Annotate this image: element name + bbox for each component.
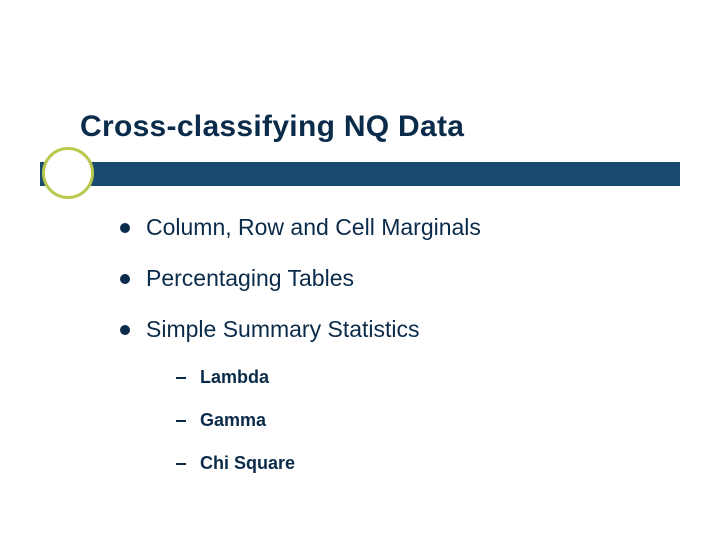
sub-bullet-list: Lambda Gamma Chi Square bbox=[176, 367, 660, 474]
title-underline-bar bbox=[40, 162, 680, 186]
sub-bullet-item: Gamma bbox=[176, 410, 660, 431]
sub-bullet-dash-icon bbox=[176, 463, 186, 465]
sub-bullet-text: Gamma bbox=[200, 410, 266, 431]
bullet-text: Percentaging Tables bbox=[146, 265, 354, 292]
bullet-text: Simple Summary Statistics bbox=[146, 316, 420, 343]
sub-bullet-text: Lambda bbox=[200, 367, 269, 388]
accent-ring-icon bbox=[42, 147, 94, 199]
bullet-text: Column, Row and Cell Marginals bbox=[146, 214, 481, 241]
sub-bullet-item: Chi Square bbox=[176, 453, 660, 474]
bullet-dot-icon bbox=[120, 223, 130, 233]
bullet-dot-icon bbox=[120, 325, 130, 335]
sub-bullet-text: Chi Square bbox=[200, 453, 295, 474]
sub-bullet-dash-icon bbox=[176, 420, 186, 422]
sub-bullet-item: Lambda bbox=[176, 367, 660, 388]
bullet-dot-icon bbox=[120, 274, 130, 284]
bullet-item: Column, Row and Cell Marginals bbox=[120, 214, 660, 241]
bullet-item: Percentaging Tables bbox=[120, 265, 660, 292]
sub-bullet-dash-icon bbox=[176, 377, 186, 379]
bullet-item: Simple Summary Statistics bbox=[120, 316, 660, 343]
slide-title: Cross-classifying NQ Data bbox=[80, 110, 464, 144]
slide: Cross-classifying NQ Data Column, Row an… bbox=[0, 0, 720, 540]
bullet-list: Column, Row and Cell Marginals Percentag… bbox=[120, 214, 660, 496]
